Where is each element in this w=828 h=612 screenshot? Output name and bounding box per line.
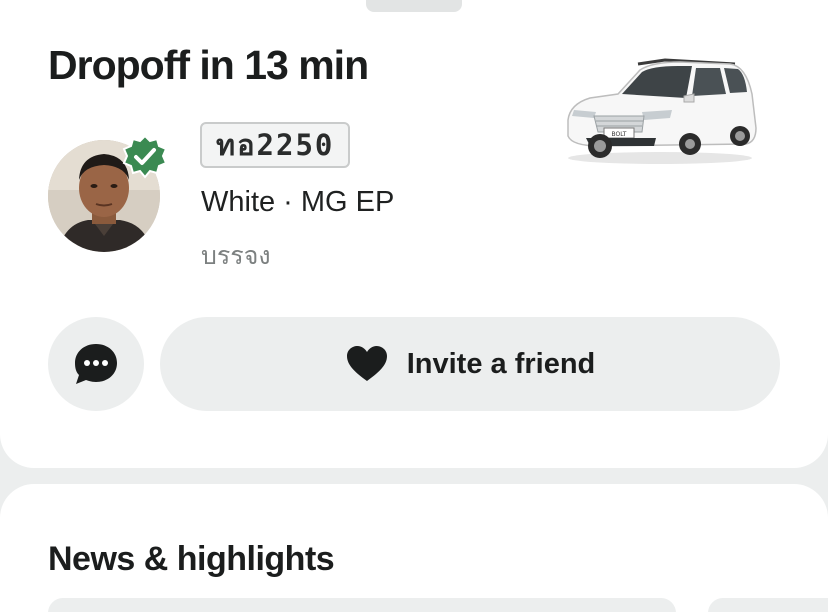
svg-text:BOLT: BOLT [612, 131, 627, 138]
trip-status-title: Dropoff in 13 min [48, 42, 369, 88]
chat-button[interactable] [48, 317, 144, 411]
news-section-title: News & highlights [48, 540, 335, 578]
vehicle-description: White · MG EP [201, 186, 395, 218]
chat-bubble-icon [75, 344, 117, 384]
news-item[interactable] [708, 598, 828, 612]
verified-badge-icon [122, 134, 168, 179]
license-plate: ทอ2250 [200, 122, 351, 168]
driver-name: บรรจง [201, 242, 271, 270]
news-item[interactable] [48, 598, 676, 612]
invite-friend-button[interactable]: Invite a friend [160, 317, 780, 411]
heart-icon [346, 346, 387, 381]
sheet-drag-handle[interactable] [366, 0, 462, 12]
driver-avatar-container[interactable] [48, 134, 168, 252]
invite-friend-label: Invite a friend [406, 347, 596, 380]
car-image: BOLT [567, 58, 757, 164]
